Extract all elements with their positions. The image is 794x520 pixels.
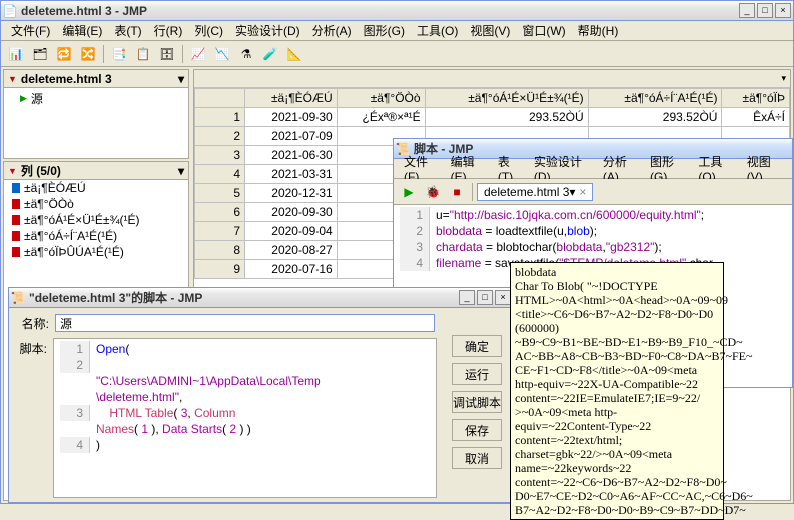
separator	[472, 183, 473, 201]
grid-header[interactable]: ±ä¶°ÖÒò	[337, 89, 425, 108]
minimize-button[interactable]: _	[459, 290, 475, 305]
bar-icon	[12, 231, 20, 241]
menu-view[interactable]: 视图(V)	[464, 20, 516, 41]
disclosure-icon[interactable]: ▼	[8, 166, 17, 176]
debug-button[interactable]: 调试脚本	[452, 391, 502, 413]
dialog-title: "deleteme.html 3"的脚本 - JMP	[29, 289, 459, 306]
tool-4-icon[interactable]: 🔀	[77, 43, 99, 65]
menu-window[interactable]: 窗口(W)	[516, 20, 571, 41]
grid-header[interactable]: ±ä¶°óÁ÷Í¨A¹É(¹É)	[588, 89, 722, 108]
column-item-label: ±ä¶°óÏÞÛÚA¹É(¹É)	[24, 245, 124, 259]
column-item[interactable]: ±ä¶°ÖÒò	[4, 196, 188, 212]
source-panel-header[interactable]: ▼ deleteme.html 3 ▾	[4, 70, 188, 88]
close-button[interactable]: ×	[495, 290, 511, 305]
name-label: 名称:	[15, 315, 55, 332]
name-row: 名称:	[13, 312, 437, 334]
tool-6-icon[interactable]: 📋	[132, 43, 154, 65]
tool-3-icon[interactable]: 🔁	[53, 43, 75, 65]
ok-button[interactable]: 确定	[452, 335, 502, 357]
main-menubar: 文件(F) 编辑(E) 表(T) 行(R) 列(C) 实验设计(D) 分析(A)…	[1, 21, 793, 41]
menu-doe[interactable]: 实验设计(D)	[229, 20, 306, 41]
grid-header[interactable]: ±ä¡¶ÈÓÆÚ	[245, 89, 338, 108]
grid-header[interactable]: ±ä¶°óÁ¹É×Ü¹É±¾(¹É)	[425, 89, 588, 108]
tool-9-icon[interactable]: 📉	[211, 43, 233, 65]
tool-2-icon[interactable]: 🗂	[29, 43, 51, 65]
tooltip: blobdata Char To Blob( "~!DOCTYPE HTML>~…	[510, 262, 724, 520]
tool-5-icon[interactable]: 📑	[108, 43, 130, 65]
column-item[interactable]: ±ä¶°óÁ÷Í¨A¹É(¹É)	[4, 228, 188, 244]
app-icon: 📄	[3, 4, 17, 18]
table-row[interactable]: 12021-09-30¿Éxª®×ª¹É293.52ÒÚ293.52ÒÚÊxÁ÷…	[195, 108, 790, 127]
maximize-button[interactable]: □	[477, 290, 493, 305]
close-button[interactable]: ×	[775, 3, 791, 18]
run-icon[interactable]: ▶	[398, 181, 420, 203]
script-tab-label: deleteme.html 3	[484, 185, 569, 199]
menu-row[interactable]: 行(R)	[148, 20, 189, 41]
dialog-icon: 📜	[11, 291, 25, 305]
tool-1-icon[interactable]: 📊	[5, 43, 27, 65]
separator	[103, 45, 104, 63]
menu-help[interactable]: 帮助(H)	[572, 20, 625, 41]
columns-panel-header[interactable]: ▼ 列 (5/0) ▾	[4, 162, 188, 180]
menu-graph[interactable]: 图形(G)	[358, 20, 411, 41]
play-icon: ▶	[20, 93, 27, 104]
name-input[interactable]	[55, 314, 435, 332]
grid-header[interactable]: ±ä¶°óÏÞ	[722, 89, 790, 108]
panel-dropdown-icon[interactable]: ▾	[178, 164, 184, 178]
column-item-label: ±ä¶°ÖÒò	[24, 197, 74, 211]
tool-12-icon[interactable]: 📐	[283, 43, 305, 65]
column-item[interactable]: ±ä¶°óÁ¹É×Ü¹É±¾(¹É)	[4, 212, 188, 228]
panel-dropdown-icon[interactable]: ▾	[178, 72, 184, 86]
tool-8-icon[interactable]: 📈	[187, 43, 209, 65]
bar-icon	[12, 199, 20, 209]
menu-tools[interactable]: 工具(O)	[411, 20, 464, 41]
source-panel-title: deleteme.html 3	[21, 72, 112, 86]
menu-analyze[interactable]: 分析(A)	[306, 20, 358, 41]
bar-icon	[12, 215, 20, 225]
columns-panel-title: 列 (5/0)	[21, 162, 61, 179]
grid-corner-dropdown-icon[interactable]: ▾	[781, 73, 786, 84]
run-button[interactable]: 运行	[452, 363, 502, 385]
main-title: deleteme.html 3 - JMP	[21, 4, 739, 18]
column-item-label: ±ä¶°óÁ÷Í¨A¹É(¹É)	[24, 229, 117, 243]
source-panel: ▼ deleteme.html 3 ▾ ▶ 源	[3, 69, 189, 159]
column-item-label: ±ä¡¶ÈÓÆÚ	[24, 181, 86, 195]
tab-close-icon[interactable]: ×	[579, 185, 586, 199]
dialog-titlebar[interactable]: 📜 "deleteme.html 3"的脚本 - JMP _ □ ×	[9, 288, 513, 308]
save-button[interactable]: 保存	[452, 419, 502, 441]
bar-icon	[12, 183, 20, 193]
tool-11-icon[interactable]: 🧪	[259, 43, 281, 65]
main-titlebar[interactable]: 📄 deleteme.html 3 - JMP _ □ ×	[1, 1, 793, 21]
menu-col[interactable]: 列(C)	[188, 20, 229, 41]
column-item[interactable]: ±ä¡¶ÈÓÆÚ	[4, 180, 188, 196]
dialog-window: 📜 "deleteme.html 3"的脚本 - JMP _ □ × 名称: 脚…	[8, 287, 514, 503]
column-item[interactable]: ±ä¶°óÏÞÛÚA¹É(¹É)	[4, 244, 188, 260]
separator	[182, 45, 183, 63]
menu-edit[interactable]: 编辑(E)	[56, 20, 108, 41]
tool-7-icon[interactable]: 🗄	[156, 43, 178, 65]
debug-icon[interactable]: 🐞	[422, 181, 444, 203]
script-tab[interactable]: deleteme.html 3 ▾ ×	[477, 183, 593, 201]
script-toolbar: ▶ 🐞 ■ deleteme.html 3 ▾ ×	[394, 179, 792, 205]
source-item[interactable]: ▶ 源	[4, 88, 188, 109]
source-item-label: 源	[31, 90, 43, 107]
grid-header[interactable]	[195, 89, 245, 108]
minimize-button[interactable]: _	[739, 3, 755, 18]
menu-table[interactable]: 表(T)	[108, 20, 147, 41]
bar-icon	[12, 247, 20, 257]
maximize-button[interactable]: □	[757, 3, 773, 18]
stop-icon[interactable]: ■	[446, 181, 468, 203]
main-toolbar: 📊 🗂 🔁 🔀 📑 📋 🗄 📈 📉 ⚗ 🧪 📐	[1, 41, 793, 67]
script-label: 脚本:	[13, 338, 53, 498]
cancel-button[interactable]: 取消	[452, 447, 502, 469]
tab-dropdown-icon[interactable]: ▾	[569, 185, 575, 199]
disclosure-icon[interactable]: ▼	[8, 74, 17, 84]
menu-file[interactable]: 文件(F)	[5, 20, 56, 41]
script-menubar: 文件(F) 编辑(E) 表(T) 实验设计(D) 分析(A) 图形(G) 工具(…	[394, 159, 792, 179]
tool-10-icon[interactable]: ⚗	[235, 43, 257, 65]
dialog-script-editor[interactable]: 1Open(2"C:\Users\ADMINI~1\AppData\Local\…	[53, 338, 437, 498]
column-item-label: ±ä¶°óÁ¹É×Ü¹É±¾(¹É)	[24, 213, 139, 227]
